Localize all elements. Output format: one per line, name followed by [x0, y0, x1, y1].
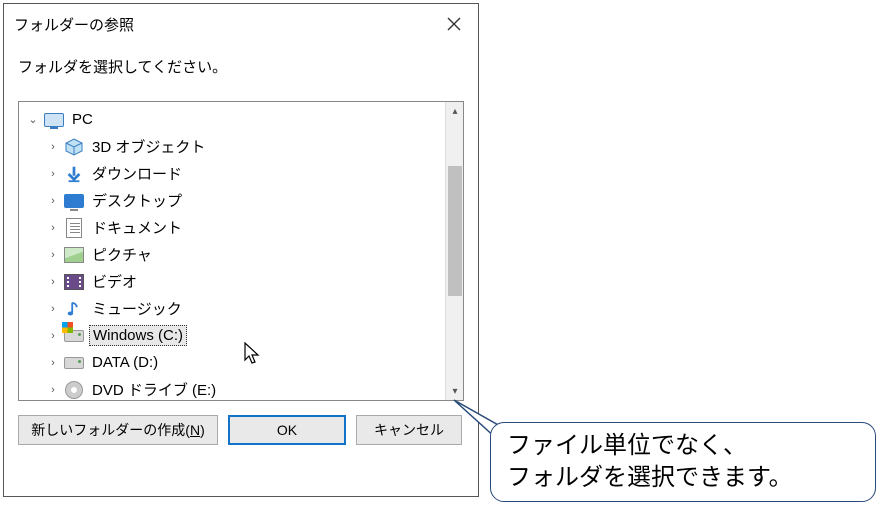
tree-node-desktop[interactable]: › デスクトップ [19, 187, 445, 214]
dvd-icon [63, 379, 85, 401]
tree-node-documents[interactable]: › ドキュメント [19, 214, 445, 241]
callout-line: フォルダを選択できます。 [507, 462, 859, 494]
toggle-expand-icon[interactable]: › [45, 141, 61, 153]
tree-node-drive-c[interactable]: › Windows (C:) [19, 322, 445, 349]
music-icon [63, 298, 85, 320]
toggle-expand-icon[interactable]: › [45, 168, 61, 180]
video-icon [63, 271, 85, 293]
tree-node-music[interactable]: › ミュージック [19, 295, 445, 322]
drive-windows-icon [63, 325, 85, 347]
tree-node-label: デスクトップ [89, 189, 185, 212]
toggle-expand-icon[interactable]: › [45, 222, 61, 234]
tree-node-label: DVD ドライブ (E:) [89, 378, 219, 400]
desktop-icon [63, 190, 85, 212]
tree-node-label: ドキュメント [89, 216, 185, 239]
download-icon [63, 163, 85, 185]
toggle-collapse-icon[interactable]: ⌄ [25, 113, 41, 126]
help-callout: ファイル単位でなく、 フォルダを選択できます。 [490, 422, 876, 502]
tree-node-label: ミュージック [89, 297, 185, 320]
dialog-buttons: 新しいフォルダーの作成(N) OK キャンセル [4, 413, 478, 461]
cube-icon [63, 136, 85, 158]
tree-node-dvd-drive[interactable]: › DVD ドライブ (E:) [19, 376, 445, 400]
toggle-expand-icon[interactable]: › [45, 195, 61, 207]
tree-node-label: DATA (D:) [89, 353, 161, 372]
scroll-thumb[interactable] [448, 166, 462, 296]
toggle-expand-icon[interactable]: › [45, 384, 61, 396]
toggle-expand-icon[interactable]: › [45, 276, 61, 288]
drive-icon [63, 352, 85, 374]
toggle-expand-icon[interactable]: › [45, 249, 61, 261]
toggle-expand-icon[interactable]: › [45, 303, 61, 315]
folder-tree-container: ⌄ PC › 3D オブジェクト › ダウンロード › デ [18, 101, 464, 401]
tree-node-label: ダウンロード [89, 162, 185, 185]
toggle-expand-icon[interactable]: › [45, 330, 61, 342]
dialog-instruction: フォルダを選択してください。 [4, 44, 478, 101]
vertical-scrollbar[interactable]: ▴ ▾ [445, 102, 463, 400]
tree-node-pc[interactable]: ⌄ PC [19, 106, 445, 133]
tree-node-label: ピクチャ [89, 243, 155, 266]
pc-icon [43, 109, 65, 131]
callout-line: ファイル単位でなく、 [507, 430, 859, 462]
toggle-expand-icon[interactable]: › [45, 357, 61, 369]
tree-node-downloads[interactable]: › ダウンロード [19, 160, 445, 187]
tree-node-label: Windows (C:) [89, 325, 187, 346]
folder-browse-dialog: フォルダーの参照 フォルダを選択してください。 ⌄ PC › 3D オブジェクト [3, 3, 479, 497]
tree-node-pictures[interactable]: › ピクチャ [19, 241, 445, 268]
tree-node-label: 3D オブジェクト [89, 135, 208, 158]
tree-node-label: PC [69, 110, 96, 129]
close-icon [447, 17, 461, 31]
picture-icon [63, 244, 85, 266]
tree-node-label: ビデオ [89, 270, 140, 293]
document-icon [63, 217, 85, 239]
ok-button[interactable]: OK [228, 415, 346, 445]
dialog-title: フォルダーの参照 [14, 14, 134, 35]
tree-node-drive-d[interactable]: › DATA (D:) [19, 349, 445, 376]
tree-node-videos[interactable]: › ビデオ [19, 268, 445, 295]
close-button[interactable] [430, 4, 478, 44]
tree-node-3d-objects[interactable]: › 3D オブジェクト [19, 133, 445, 160]
folder-tree[interactable]: ⌄ PC › 3D オブジェクト › ダウンロード › デ [19, 102, 445, 400]
cancel-button[interactable]: キャンセル [356, 415, 462, 445]
new-folder-button[interactable]: 新しいフォルダーの作成(N) [18, 415, 218, 445]
dialog-titlebar: フォルダーの参照 [4, 4, 478, 44]
scroll-up-icon[interactable]: ▴ [446, 102, 464, 120]
